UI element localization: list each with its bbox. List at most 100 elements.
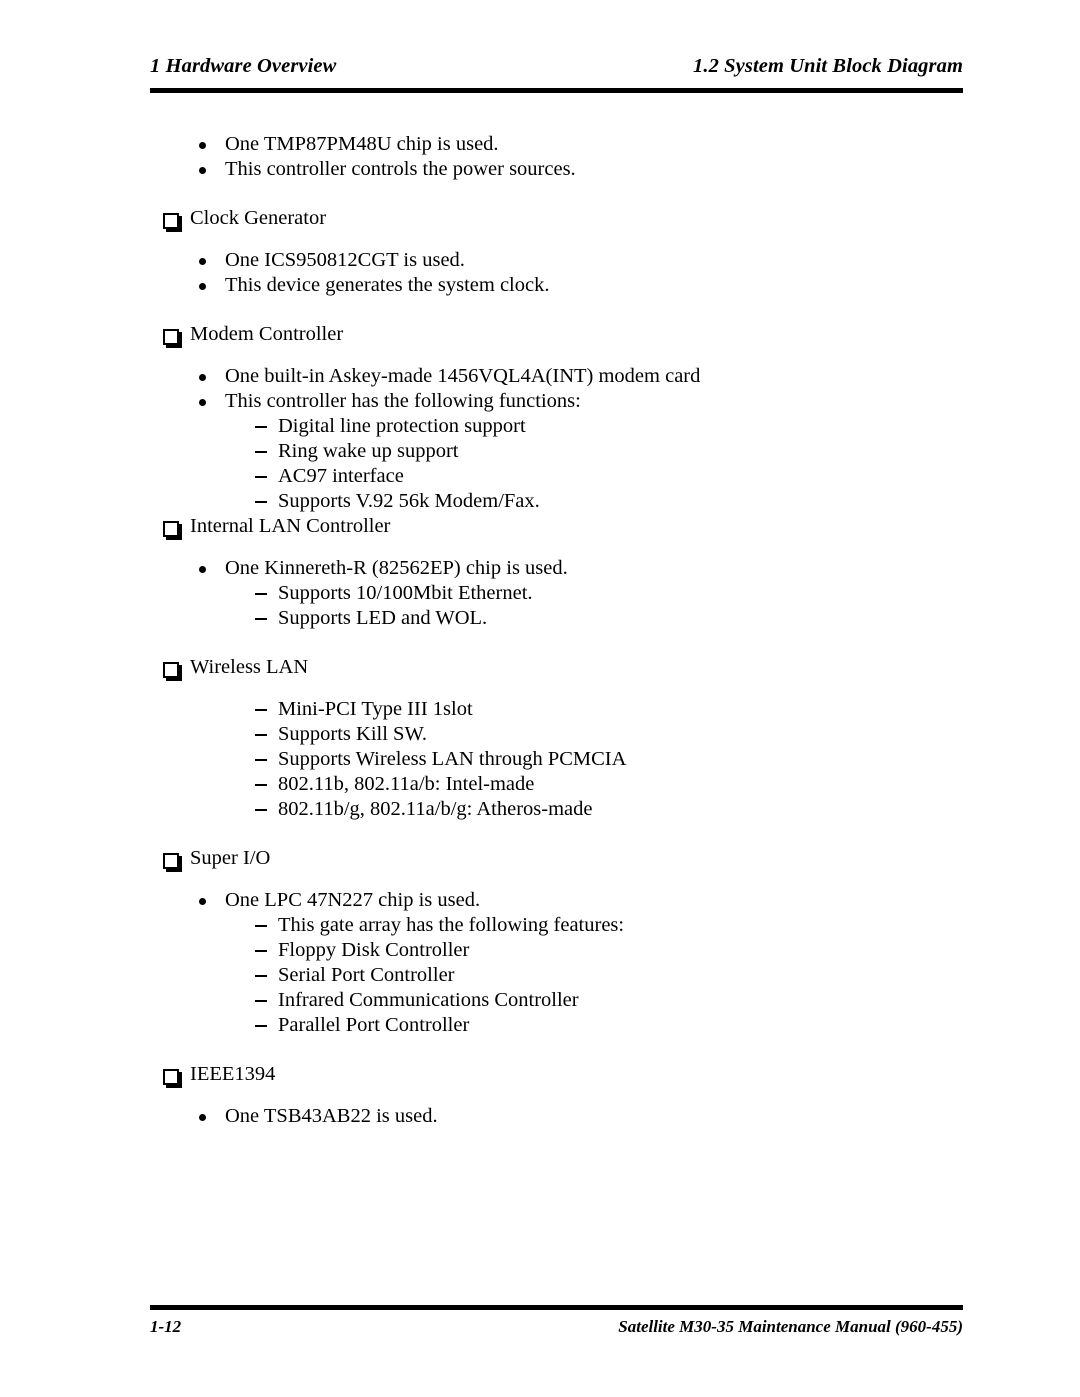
en-dash-icon (253, 606, 278, 631)
list-item-text: One LPC 47N227 chip is used. (225, 889, 481, 911)
document-body: One TMP87PM48U chip is used. This contro… (150, 132, 980, 1129)
list-item: Wireless LAN (150, 655, 980, 680)
list-item-text: Infrared Communications Controller (278, 989, 579, 1011)
list-item: This gate array has the following featur… (150, 913, 980, 938)
list-item: Ring wake up support (150, 439, 980, 464)
list-item-text: This controller controls the power sourc… (225, 158, 576, 180)
list-item-text: Floppy Disk Controller (278, 939, 470, 961)
list-item-text: This device generates the system clock. (225, 274, 550, 296)
en-dash-icon (253, 439, 278, 464)
list-item: Supports V.92 56k Modem/Fax. (150, 489, 980, 514)
list-item: One ICS950812CGT is used. (150, 248, 980, 273)
round-bullet-icon (195, 389, 225, 414)
list-item: Supports LED and WOL. (150, 606, 980, 631)
checkbox-square-icon (163, 1062, 190, 1087)
round-bullet-icon (195, 157, 225, 182)
list-item: 802.11b/g, 802.11a/b/g: Atheros-made (150, 797, 980, 822)
list-item: Mini-PCI Type III 1slot (150, 697, 980, 722)
list-item-text: Supports Wireless LAN through PCMCIA (278, 748, 627, 770)
list-item-text: Supports Kill SW. (278, 723, 428, 745)
en-dash-icon (253, 722, 278, 747)
list-item: Infrared Communications Controller (150, 988, 980, 1013)
en-dash-icon (253, 581, 278, 606)
list-item-text: This gate array has the following featur… (278, 914, 625, 936)
list-item-text: 802.11b/g, 802.11a/b/g: Atheros-made (278, 798, 593, 820)
list-item-text: Supports 10/100Mbit Ethernet. (278, 582, 533, 604)
list-item-text: Super I/O (190, 847, 271, 869)
list-item-text: Clock Generator (190, 207, 327, 229)
list-item: One Kinnereth-R (82562EP) chip is used. (150, 556, 980, 581)
list-item: Internal LAN Controller (150, 514, 980, 539)
header-section-title: 1.2 System Unit Block Diagram (693, 55, 963, 77)
list-item-text: One ICS950812CGT is used. (225, 249, 465, 271)
list-item-text: IEEE1394 (190, 1063, 276, 1085)
checkbox-square-icon (163, 514, 190, 539)
list-item: Supports 10/100Mbit Ethernet. (150, 581, 980, 606)
round-bullet-icon (195, 248, 225, 273)
document-page: 1 Hardware Overview 1.2 System Unit Bloc… (0, 0, 1080, 1397)
en-dash-icon (253, 747, 278, 772)
list-item-text: One TSB43AB22 is used. (225, 1105, 438, 1127)
en-dash-icon (253, 797, 278, 822)
en-dash-icon (253, 988, 278, 1013)
list-item: Floppy Disk Controller (150, 938, 980, 963)
list-item: One LPC 47N227 chip is used. (150, 888, 980, 913)
list-item-text: One TMP87PM48U chip is used. (225, 133, 499, 155)
list-item: This device generates the system clock. (150, 273, 980, 298)
list-item-text: One Kinnereth-R (82562EP) chip is used. (225, 557, 568, 579)
page-header: 1 Hardware Overview 1.2 System Unit Bloc… (150, 55, 963, 78)
list-item: Supports Wireless LAN through PCMCIA (150, 747, 980, 772)
list-item-text: Ring wake up support (278, 440, 459, 462)
list-item: Clock Generator (150, 206, 980, 231)
round-bullet-icon (195, 273, 225, 298)
list-item-text: One built-in Askey-made 1456VQL4A(INT) m… (225, 365, 701, 387)
list-item-text: Mini-PCI Type III 1slot (278, 698, 473, 720)
header-divider-rule (150, 88, 963, 93)
footer-page-number: 1-12 (150, 1317, 182, 1336)
list-item-text: Supports LED and WOL. (278, 607, 488, 629)
list-item: One TMP87PM48U chip is used. (150, 132, 980, 157)
list-item-text: This controller has the following functi… (225, 390, 581, 412)
round-bullet-icon (195, 132, 225, 157)
checkbox-square-icon (163, 846, 190, 871)
list-item-text: Modem Controller (190, 323, 344, 345)
round-bullet-icon (195, 556, 225, 581)
en-dash-icon (253, 1013, 278, 1038)
list-item: 802.11b, 802.11a/b: Intel-made (150, 772, 980, 797)
en-dash-icon (253, 938, 278, 963)
list-item-text: Parallel Port Controller (278, 1014, 470, 1036)
list-item: One built-in Askey-made 1456VQL4A(INT) m… (150, 364, 980, 389)
footer-divider-rule (150, 1305, 963, 1310)
list-item: IEEE1394 (150, 1062, 980, 1087)
list-item-text: Serial Port Controller (278, 964, 455, 986)
checkbox-square-icon (163, 206, 190, 231)
footer-manual-title: Satellite M30-35 Maintenance Manual (960… (618, 1317, 963, 1336)
round-bullet-icon (195, 888, 225, 913)
round-bullet-icon (195, 1104, 225, 1129)
page-footer: 1-12 Satellite M30-35 Maintenance Manual… (150, 1317, 963, 1337)
list-item: Super I/O (150, 846, 980, 871)
list-item-text: 802.11b, 802.11a/b: Intel-made (278, 773, 535, 795)
list-item: Parallel Port Controller (150, 1013, 980, 1038)
en-dash-icon (253, 697, 278, 722)
list-item: This controller controls the power sourc… (150, 157, 980, 182)
list-item: This controller has the following functi… (150, 389, 980, 414)
list-item: Supports Kill SW. (150, 722, 980, 747)
en-dash-icon (253, 489, 278, 514)
en-dash-icon (253, 414, 278, 439)
checkbox-square-icon (163, 655, 190, 680)
list-item-text: Supports V.92 56k Modem/Fax. (278, 490, 540, 512)
round-bullet-icon (195, 364, 225, 389)
en-dash-icon (253, 913, 278, 938)
en-dash-icon (253, 464, 278, 489)
